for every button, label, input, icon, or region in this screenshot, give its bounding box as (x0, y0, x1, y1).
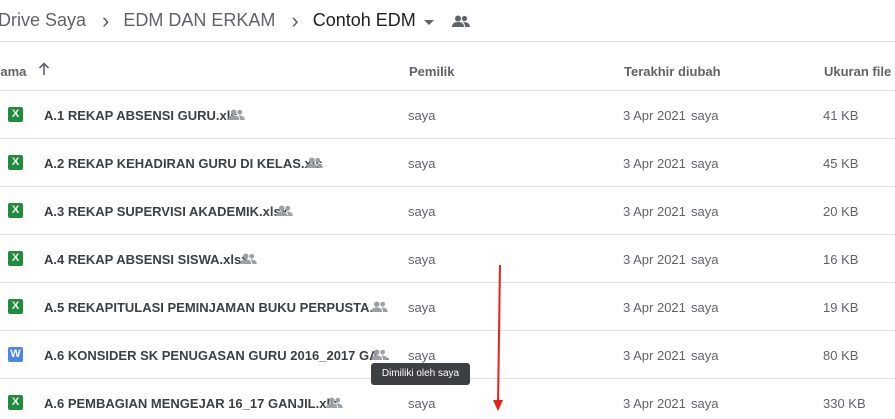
breadcrumb: Drive Saya EDM DAN ERKAM Contoh EDM (0, 0, 895, 42)
file-modified-by: saya (691, 396, 719, 411)
dropdown-arrow-icon[interactable] (423, 19, 434, 25)
shared-icon (326, 396, 343, 411)
column-modified[interactable]: Terakhir diubah (624, 64, 721, 79)
chevron-right-icon (102, 8, 109, 34)
file-name[interactable]: A.2 REKAP KEHADIRAN GURU DI KELAS.xls (44, 156, 323, 171)
file-owner: saya (408, 348, 436, 363)
shared-icon (276, 204, 293, 219)
breadcrumb-drive-saya[interactable]: Drive Saya (0, 10, 86, 31)
file-modified-date: 3 Apr 2021 (623, 156, 686, 171)
file-modified-by: saya (691, 108, 719, 123)
shared-icon (240, 252, 257, 267)
file-name[interactable]: A.5 REKAPITULASI PEMINJAMAN BUKU PERPUST… (44, 300, 380, 315)
file-size: 19 KB (823, 300, 859, 315)
file-owner: saya (408, 300, 436, 315)
column-size[interactable]: Ukuran file (824, 64, 891, 79)
file-row[interactable]: X A.2 REKAP KEHADIRAN GURU DI KELAS.xls sa… (0, 139, 895, 187)
shared-icon (371, 348, 388, 363)
file-size: 80 KB (823, 348, 859, 363)
shared-icon (228, 108, 245, 123)
file-modified-date: 3 Apr 2021 (623, 252, 686, 267)
column-owner[interactable]: Pemilik (409, 64, 455, 79)
excel-file-icon: X (8, 299, 23, 314)
file-row[interactable]: X A.3 REKAP SUPERVISI AKADEMIK.xlsx saya 3 … (0, 187, 895, 235)
file-modified-by: saya (691, 204, 719, 219)
file-name[interactable]: A.6 PEMBAGIAN MENGEJAR 16_17 GANJIL.xls (44, 396, 337, 411)
file-owner: saya (408, 204, 436, 219)
file-owner: saya (408, 396, 436, 411)
file-modified-by: saya (691, 156, 719, 171)
file-modified-by: saya (691, 300, 719, 315)
excel-file-icon: X (8, 251, 23, 266)
file-modified-date: 3 Apr 2021 (623, 396, 686, 411)
file-name[interactable]: A.3 REKAP SUPERVISI AKADEMIK.xlsx (44, 204, 288, 219)
file-row[interactable]: X A.4 REKAP ABSENSI SISWA.xlsx saya 3 Apr 2… (0, 235, 895, 283)
file-modified-date: 3 Apr 2021 (623, 300, 686, 315)
file-name[interactable]: A.4 REKAP ABSENSI SISWA.xlsx (44, 252, 248, 267)
shared-icon (306, 156, 323, 171)
file-owner: saya (408, 156, 436, 171)
file-size: 45 KB (823, 156, 859, 171)
file-size: 16 KB (823, 252, 859, 267)
word-file-icon: W (8, 347, 23, 362)
sort-arrow-up-icon[interactable] (37, 62, 51, 76)
excel-file-icon: X (8, 107, 23, 122)
breadcrumb-edm-dan-erkam[interactable]: EDM DAN ERKAM (123, 10, 275, 31)
file-row[interactable]: X A.1 REKAP ABSENSI GURU.xls saya 3 Apr 202… (0, 91, 895, 139)
file-owner: saya (408, 108, 436, 123)
excel-file-icon: X (8, 395, 23, 410)
file-list-header: Nama Pemilik Terakhir diubah Ukuran file (0, 42, 895, 91)
file-name[interactable]: A.6 KONSIDER SK PENUGASAN GURU 2016_2017… (44, 348, 389, 363)
excel-file-icon: X (8, 155, 23, 170)
file-name[interactable]: A.1 REKAP ABSENSI GURU.xls (44, 108, 238, 123)
file-size: 330 KB (823, 396, 866, 411)
file-modified-by: saya (691, 252, 719, 267)
shared-folder-icon[interactable] (451, 15, 470, 27)
file-row[interactable]: X A.5 REKAPITULASI PEMINJAMAN BUKU PERPUS… (0, 283, 895, 331)
file-modified-date: 3 Apr 2021 (623, 108, 686, 123)
file-modified-by: saya (691, 348, 719, 363)
file-modified-date: 3 Apr 2021 (623, 348, 686, 363)
excel-file-icon: X (8, 203, 23, 218)
shared-icon (371, 300, 388, 315)
chevron-right-icon (291, 8, 298, 34)
file-row[interactable]: X A.6 PEMBAGIAN MENGEJAR 16_17 GANJIL.xls… (0, 379, 895, 419)
file-size: 20 KB (823, 204, 859, 219)
breadcrumb-contoh-edm[interactable]: Contoh EDM (313, 10, 416, 31)
file-owner: saya (408, 252, 436, 267)
tooltip-owner: Dimiliki oleh saya (371, 363, 470, 385)
file-modified-date: 3 Apr 2021 (623, 204, 686, 219)
file-size: 41 KB (823, 108, 859, 123)
column-name[interactable]: Nama (0, 64, 26, 79)
